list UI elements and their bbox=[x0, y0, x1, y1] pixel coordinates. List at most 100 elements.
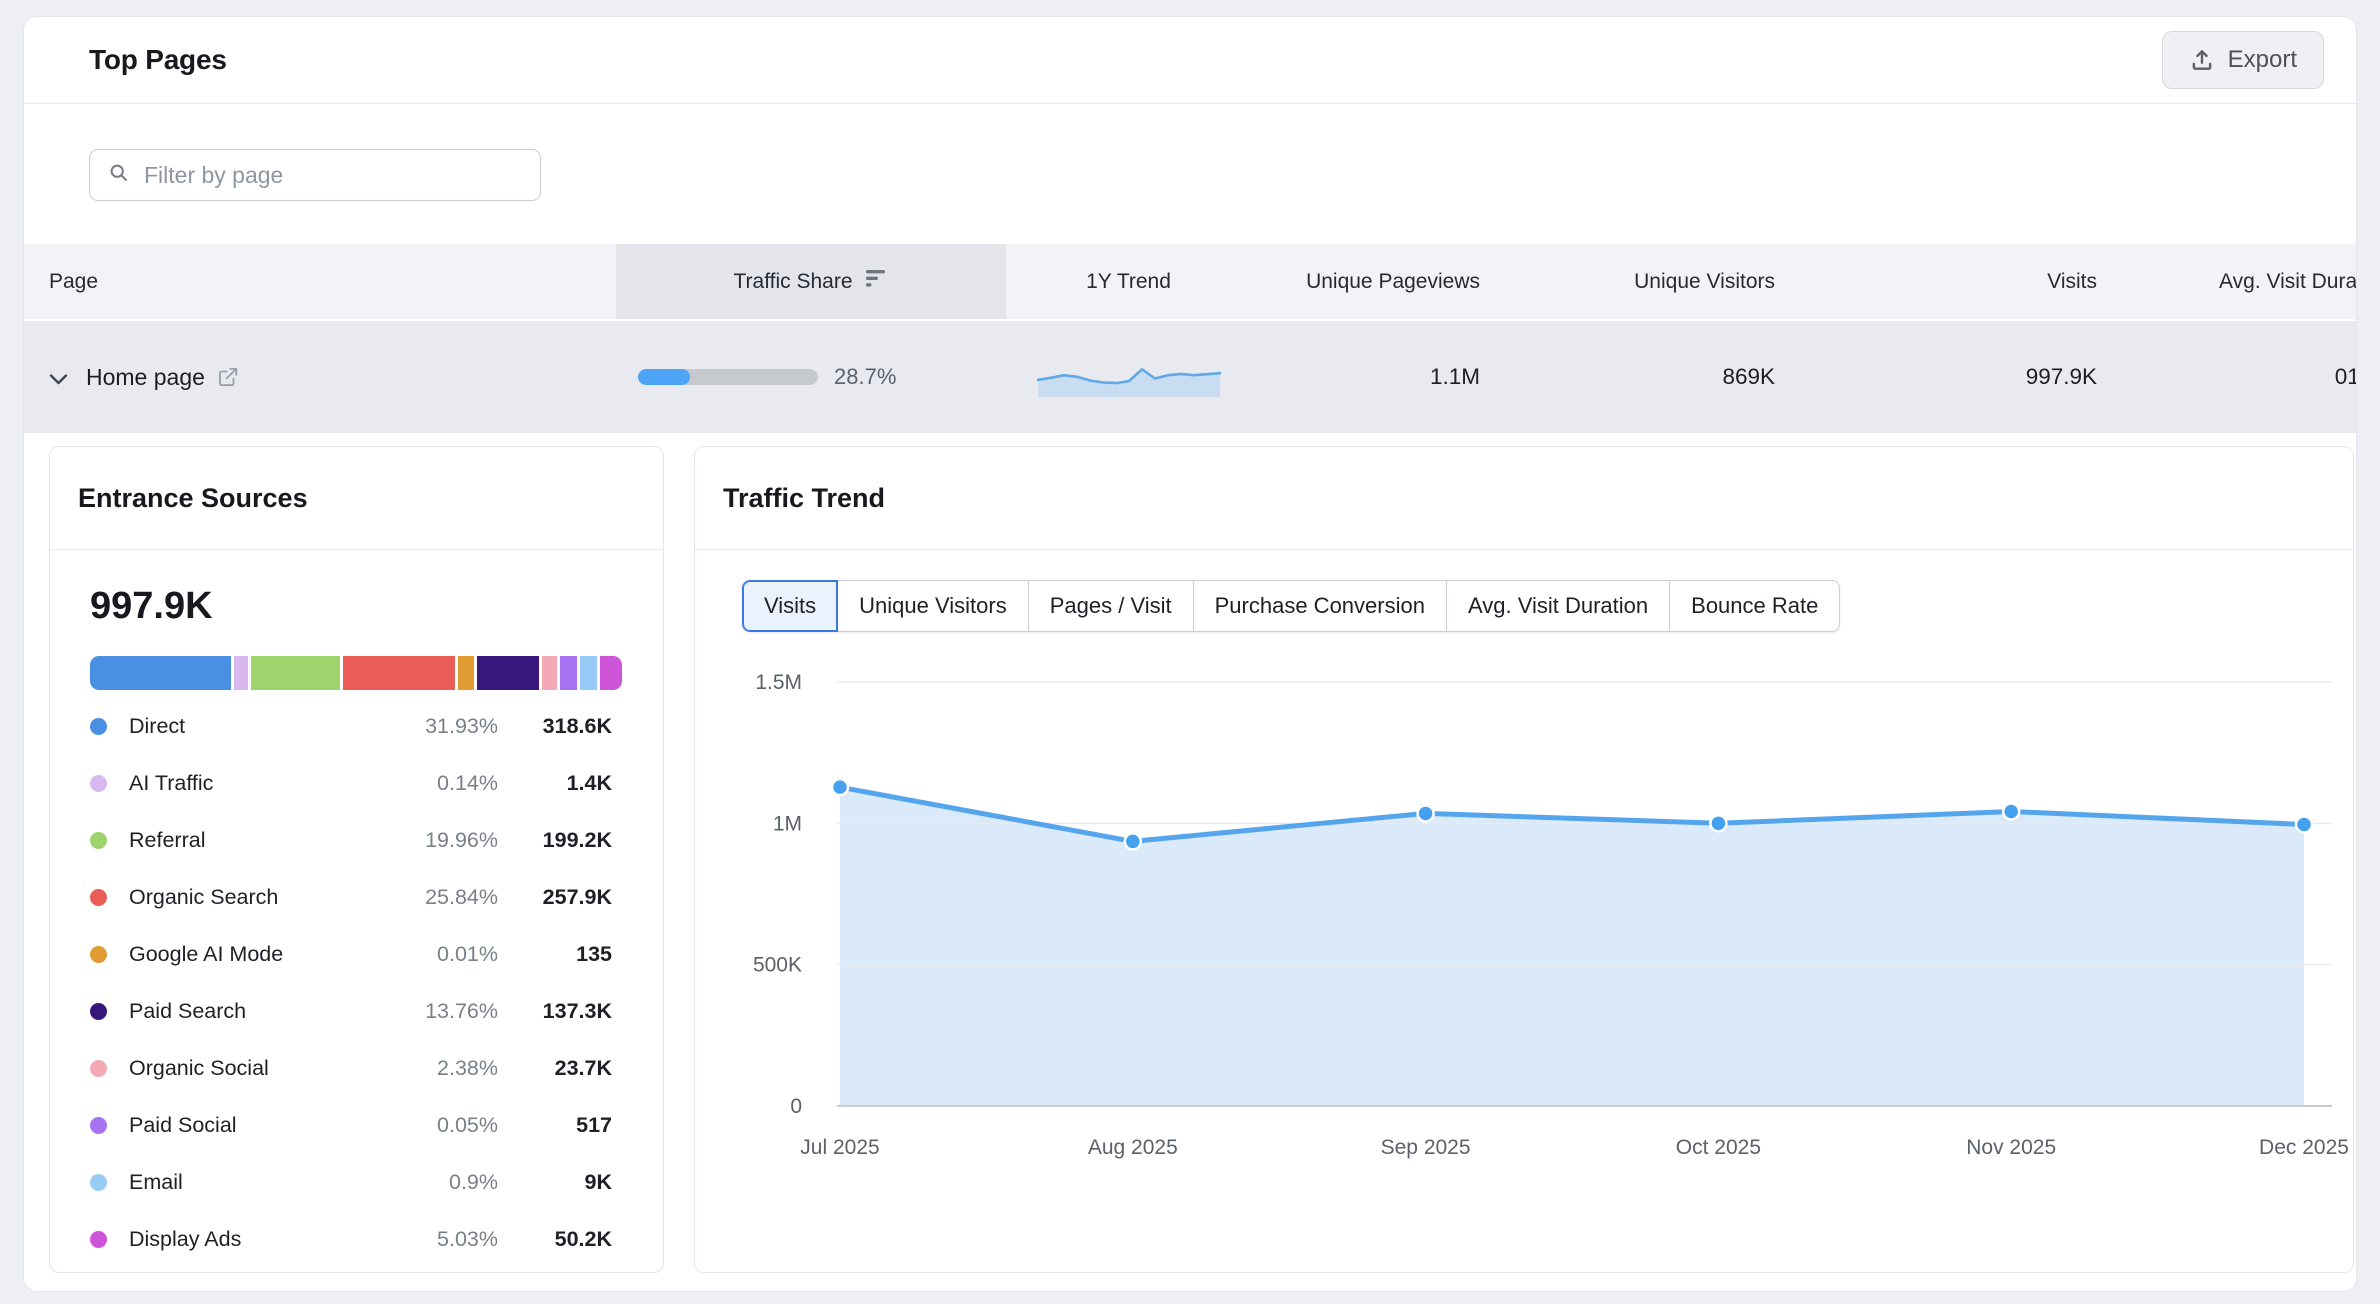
x-axis-tick-label: Dec 2025 bbox=[2259, 1136, 2349, 1159]
legend-row-ai-traffic[interactable]: AI Traffic 0.14% 1.4K bbox=[90, 755, 622, 812]
legend-pct: 31.93% bbox=[412, 714, 498, 739]
legend-dot bbox=[90, 1060, 107, 1077]
entrance-bar-segment-google-ai-mode[interactable] bbox=[458, 656, 474, 690]
traffic-trend-title: Traffic Trend bbox=[695, 447, 2353, 550]
trend-sparkline-cell bbox=[1006, 355, 1251, 399]
legend-dot bbox=[90, 832, 107, 849]
export-button[interactable]: Export bbox=[2162, 31, 2324, 89]
traffic-share-cell: 28.7% bbox=[616, 364, 1006, 390]
column-header-visits[interactable]: Visits bbox=[1791, 244, 2113, 319]
tab-pages-per-visit[interactable]: Pages / Visit bbox=[1028, 580, 1194, 632]
y-axis-tick-label: 0 bbox=[790, 1095, 802, 1118]
filter-input[interactable] bbox=[144, 162, 524, 189]
legend-row-direct[interactable]: Direct 31.93% 318.6K bbox=[90, 698, 622, 755]
legend-row-display-ads[interactable]: Display Ads 5.03% 50.2K bbox=[90, 1211, 622, 1268]
legend-value: 318.6K bbox=[510, 714, 612, 739]
column-header-page[interactable]: Page bbox=[24, 244, 616, 319]
entrance-sources-body: 997.9K Direct 31.93% 318.6K AI Traffic 0… bbox=[50, 550, 663, 1268]
traffic-trend-panel: Traffic Trend Visits Unique Visitors Pag… bbox=[694, 446, 2354, 1273]
page-cell: Home page bbox=[24, 364, 616, 391]
entrance-bar-segment-ai-traffic[interactable] bbox=[234, 656, 248, 690]
data-point-nov-2025[interactable] bbox=[2003, 803, 2019, 819]
entrance-bar-segment-organic-social[interactable] bbox=[542, 656, 557, 690]
entrance-bar-segment-paid-social[interactable] bbox=[560, 656, 577, 690]
entrance-sources-stacked-bar bbox=[90, 656, 622, 690]
legend-dot bbox=[90, 1003, 107, 1020]
sparkline-chart bbox=[1036, 355, 1222, 399]
y-axis-tick-label: 500K bbox=[753, 954, 802, 977]
unique-pageviews-value: 1.1M bbox=[1251, 321, 1496, 433]
entrance-bar-segment-paid-search[interactable] bbox=[477, 656, 539, 690]
tab-bounce-rate[interactable]: Bounce Rate bbox=[1669, 580, 1840, 632]
legend-row-email[interactable]: Email 0.9% 9K bbox=[90, 1154, 622, 1211]
entrance-bar-segment-direct[interactable] bbox=[90, 656, 231, 690]
data-point-aug-2025[interactable] bbox=[1125, 833, 1141, 849]
x-axis-tick-label: Nov 2025 bbox=[1966, 1136, 2056, 1159]
legend-pct: 0.9% bbox=[412, 1170, 498, 1195]
sort-descending-icon bbox=[865, 269, 889, 294]
column-header-1y-trend[interactable]: 1Y Trend bbox=[1006, 244, 1251, 319]
legend-row-paid-social[interactable]: Paid Social 0.05% 517 bbox=[90, 1097, 622, 1154]
legend-pct: 0.14% bbox=[412, 771, 498, 796]
data-point-oct-2025[interactable] bbox=[1710, 815, 1726, 831]
trend-area-fill bbox=[840, 787, 2304, 1106]
tab-unique-visitors[interactable]: Unique Visitors bbox=[837, 580, 1029, 632]
legend-value: 1.4K bbox=[510, 771, 612, 796]
entrance-bar-segment-organic-search[interactable] bbox=[343, 656, 455, 690]
entrance-bar-segment-email[interactable] bbox=[580, 656, 597, 690]
legend-label: Referral bbox=[129, 828, 412, 853]
legend-value: 137.3K bbox=[510, 999, 612, 1024]
legend-row-organic-social[interactable]: Organic Social 2.38% 23.7K bbox=[90, 1040, 622, 1097]
avg-visit-duration-value: 01:31 bbox=[2113, 321, 2357, 433]
legend-dot bbox=[90, 889, 107, 906]
x-axis-tick-label: Jul 2025 bbox=[800, 1136, 879, 1159]
x-axis-tick-label: Sep 2025 bbox=[1381, 1136, 1471, 1159]
legend-value: 517 bbox=[510, 1113, 612, 1138]
column-header-avg-visit-duration[interactable]: Avg. Visit Duration bbox=[2113, 244, 2357, 319]
legend-pct: 19.96% bbox=[412, 828, 498, 853]
tab-visits[interactable]: Visits bbox=[742, 580, 838, 632]
column-header-unique-visitors[interactable]: Unique Visitors bbox=[1496, 244, 1791, 319]
legend-row-organic-search[interactable]: Organic Search 25.84% 257.9K bbox=[90, 869, 622, 926]
legend-value: 23.7K bbox=[510, 1056, 612, 1081]
legend-label: Paid Social bbox=[129, 1113, 412, 1138]
legend-label: Email bbox=[129, 1170, 412, 1195]
legend-dot bbox=[90, 718, 107, 735]
x-axis-tick-label: Oct 2025 bbox=[1676, 1136, 1761, 1159]
traffic-trend-body: Visits Unique Visitors Pages / Visit Pur… bbox=[695, 550, 2353, 1273]
legend-pct: 5.03% bbox=[412, 1227, 498, 1252]
legend-row-referral[interactable]: Referral 19.96% 199.2K bbox=[90, 812, 622, 869]
chevron-down-icon[interactable] bbox=[49, 364, 68, 391]
trend-metric-tabs: Visits Unique Visitors Pages / Visit Pur… bbox=[742, 580, 1840, 632]
traffic-share-bar-fill bbox=[638, 369, 690, 385]
export-label: Export bbox=[2228, 46, 2297, 74]
legend-label: Organic Search bbox=[129, 885, 412, 910]
column-header-traffic-share[interactable]: Traffic Share bbox=[616, 244, 1006, 319]
tab-purchase-conversion[interactable]: Purchase Conversion bbox=[1193, 580, 1447, 632]
legend-value: 9K bbox=[510, 1170, 612, 1195]
legend-dot bbox=[90, 775, 107, 792]
page-name-link[interactable]: Home page bbox=[86, 364, 205, 391]
unique-visitors-value: 869K bbox=[1496, 321, 1791, 433]
entrance-sources-title: Entrance Sources bbox=[50, 447, 663, 550]
visits-value: 997.9K bbox=[1791, 321, 2113, 433]
legend-dot bbox=[90, 1174, 107, 1191]
card-header: Top Pages Export bbox=[24, 17, 2356, 104]
table-row-home-page[interactable]: Home page 28.7% 1.1M 869K 997.9K bbox=[24, 321, 2357, 433]
entrance-sources-panel: Entrance Sources 997.9K Direct 31.93% 31… bbox=[49, 446, 664, 1273]
legend-row-paid-search[interactable]: Paid Search 13.76% 137.3K bbox=[90, 983, 622, 1040]
data-point-sep-2025[interactable] bbox=[1418, 805, 1434, 821]
top-pages-card: Top Pages Export Page Tr bbox=[23, 16, 2357, 1292]
entrance-bar-segment-referral[interactable] bbox=[251, 656, 340, 690]
column-header-unique-pageviews[interactable]: Unique Pageviews bbox=[1251, 244, 1496, 319]
legend-pct: 2.38% bbox=[412, 1056, 498, 1081]
data-point-dec-2025[interactable] bbox=[2296, 816, 2312, 832]
legend-label: AI Traffic bbox=[129, 771, 412, 796]
data-point-jul-2025[interactable] bbox=[832, 779, 848, 795]
legend-label: Google AI Mode bbox=[129, 942, 412, 967]
legend-row-google-ai-mode[interactable]: Google AI Mode 0.01% 135 bbox=[90, 926, 622, 983]
entrance-bar-segment-display-ads[interactable] bbox=[600, 656, 622, 690]
tab-avg-visit-duration[interactable]: Avg. Visit Duration bbox=[1446, 580, 1670, 632]
external-link-icon[interactable] bbox=[217, 366, 239, 388]
legend-pct: 13.76% bbox=[412, 999, 498, 1024]
